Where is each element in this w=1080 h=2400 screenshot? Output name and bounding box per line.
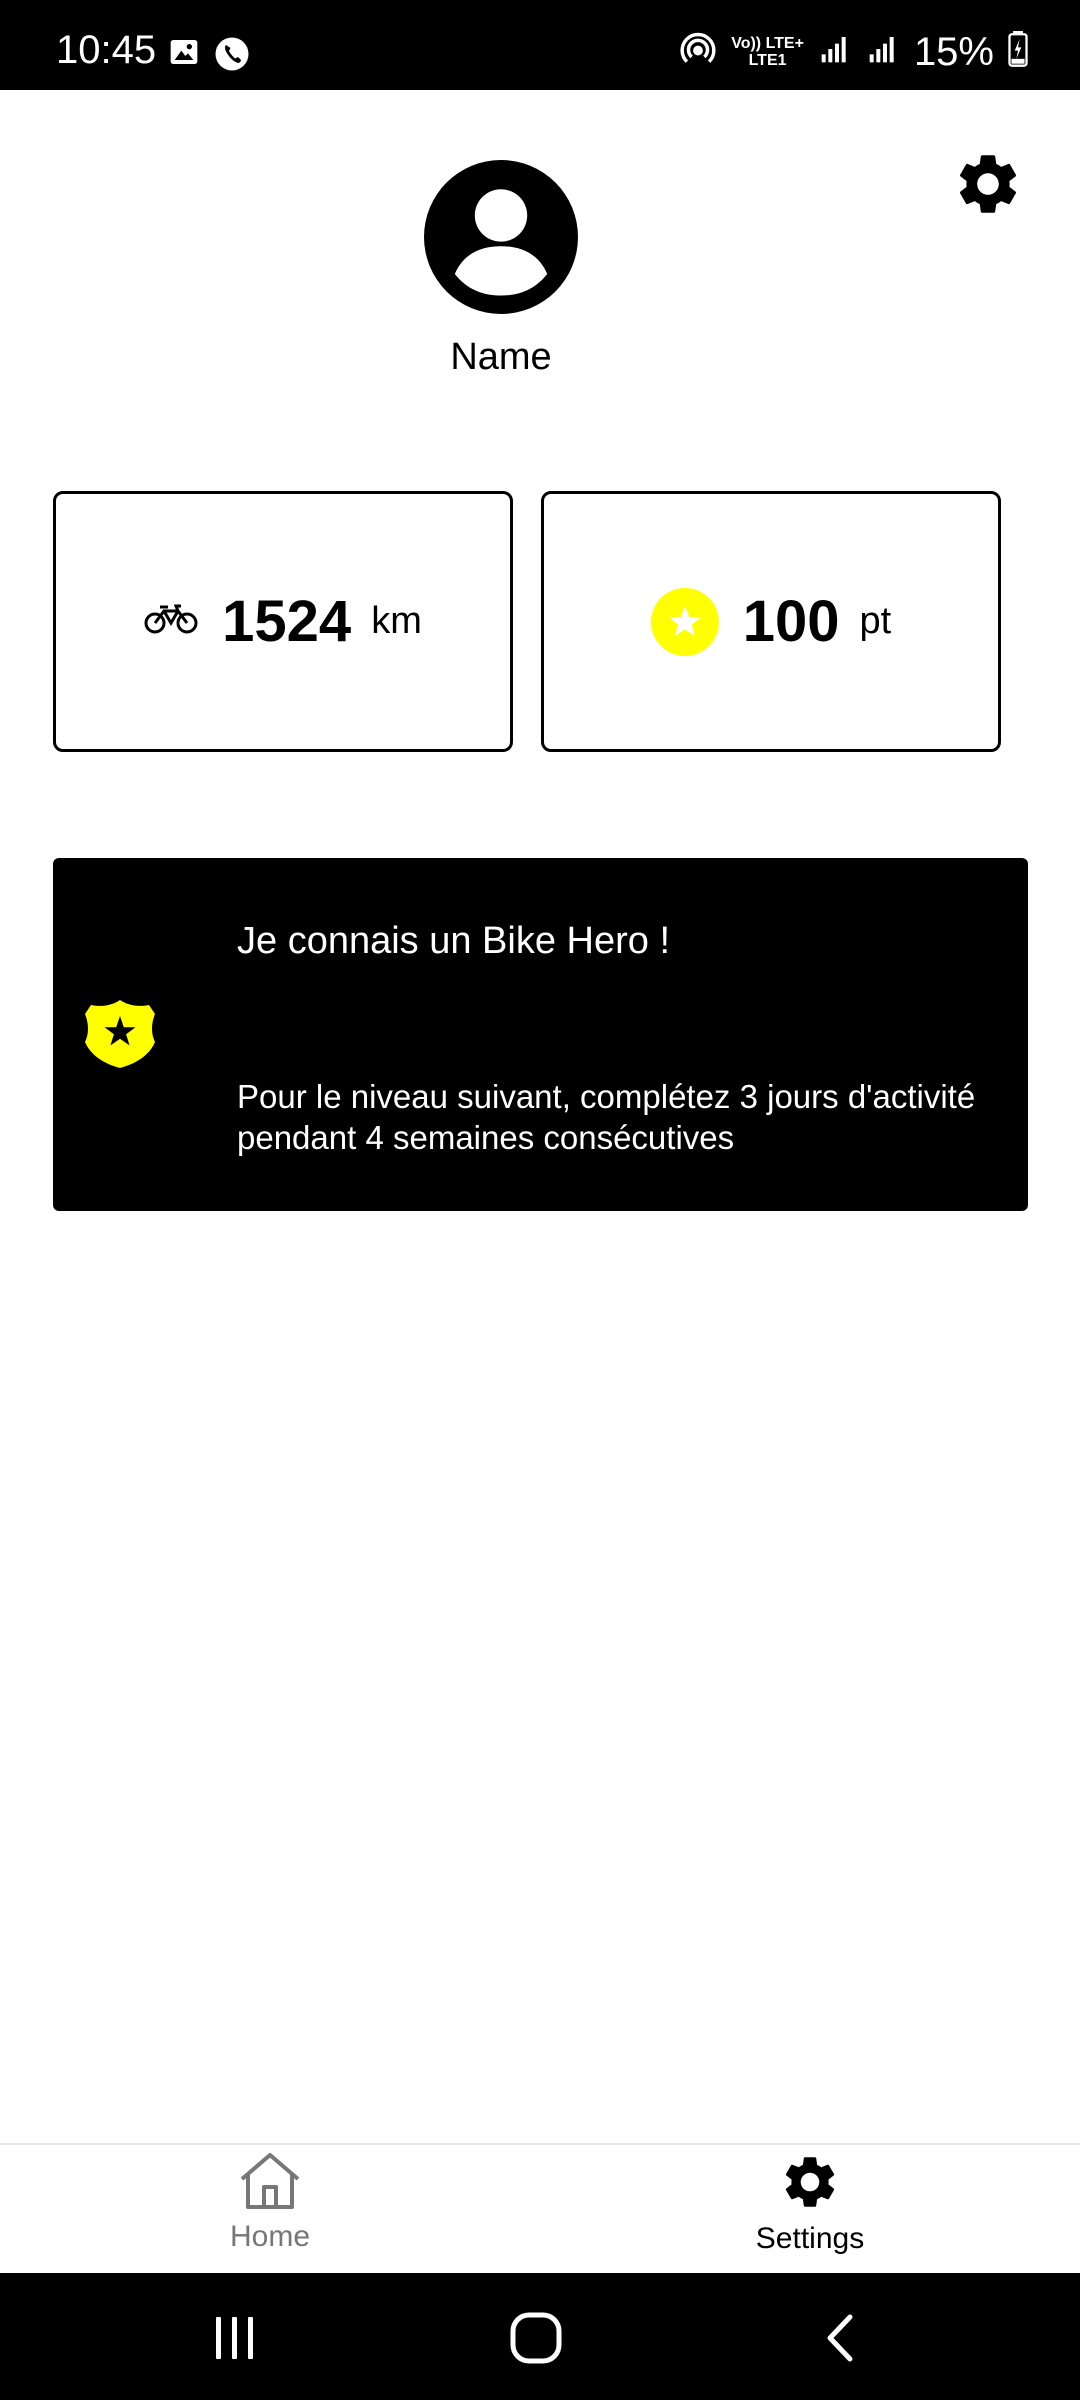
distance-value: 1524 xyxy=(222,589,352,654)
points-card: 100 pt xyxy=(541,491,1001,752)
recent-apps-icon[interactable] xyxy=(195,2303,275,2373)
nav-settings[interactable]: Settings xyxy=(660,2145,960,2275)
phone-call-icon xyxy=(214,36,250,77)
account-circle-icon[interactable] xyxy=(424,160,578,314)
gear-icon xyxy=(779,2151,841,2218)
gallery-icon xyxy=(168,36,200,77)
achievement-description: Pour le niveau suivant, complétez 3 jour… xyxy=(237,1078,976,1156)
hotspot-icon xyxy=(679,30,717,73)
bottom-navigation: Home Settings xyxy=(0,2143,1080,2273)
network-indicator: Vo)) LTE+ LTE1 xyxy=(731,34,804,69)
nav-settings-label: Settings xyxy=(755,2222,865,2255)
achievement-banner[interactable]: Je connais un Bike Hero ! Pour le niveau… xyxy=(53,858,1028,1211)
status-time: 10:45 xyxy=(56,28,157,72)
points-value: 100 xyxy=(742,589,840,654)
distance-unit: km xyxy=(371,600,422,642)
battery-percentage: 15% xyxy=(913,29,994,74)
distance-card: 1524 km xyxy=(53,491,513,752)
police-badge-icon xyxy=(83,998,157,1070)
home-icon xyxy=(238,2151,302,2216)
signal-icon xyxy=(818,33,852,70)
points-unit: pt xyxy=(859,600,892,642)
nav-home[interactable]: Home xyxy=(120,2145,420,2275)
status-bar: 10:45 Vo)) LTE+ LTE1 15% xyxy=(0,0,1080,90)
nav-home-label: Home xyxy=(229,2220,311,2253)
battery-charging-icon xyxy=(1008,31,1028,72)
achievement-title: Je connais un Bike Hero ! xyxy=(237,920,671,962)
bike-icon xyxy=(144,603,198,640)
home-button-icon[interactable] xyxy=(496,2303,576,2373)
profile-name: Name xyxy=(450,336,552,378)
signal-icon xyxy=(866,33,900,70)
system-navigation-bar xyxy=(0,2273,1080,2400)
gear-icon[interactable] xyxy=(952,148,1024,220)
star-icon xyxy=(650,587,719,656)
back-icon[interactable] xyxy=(800,2303,880,2373)
